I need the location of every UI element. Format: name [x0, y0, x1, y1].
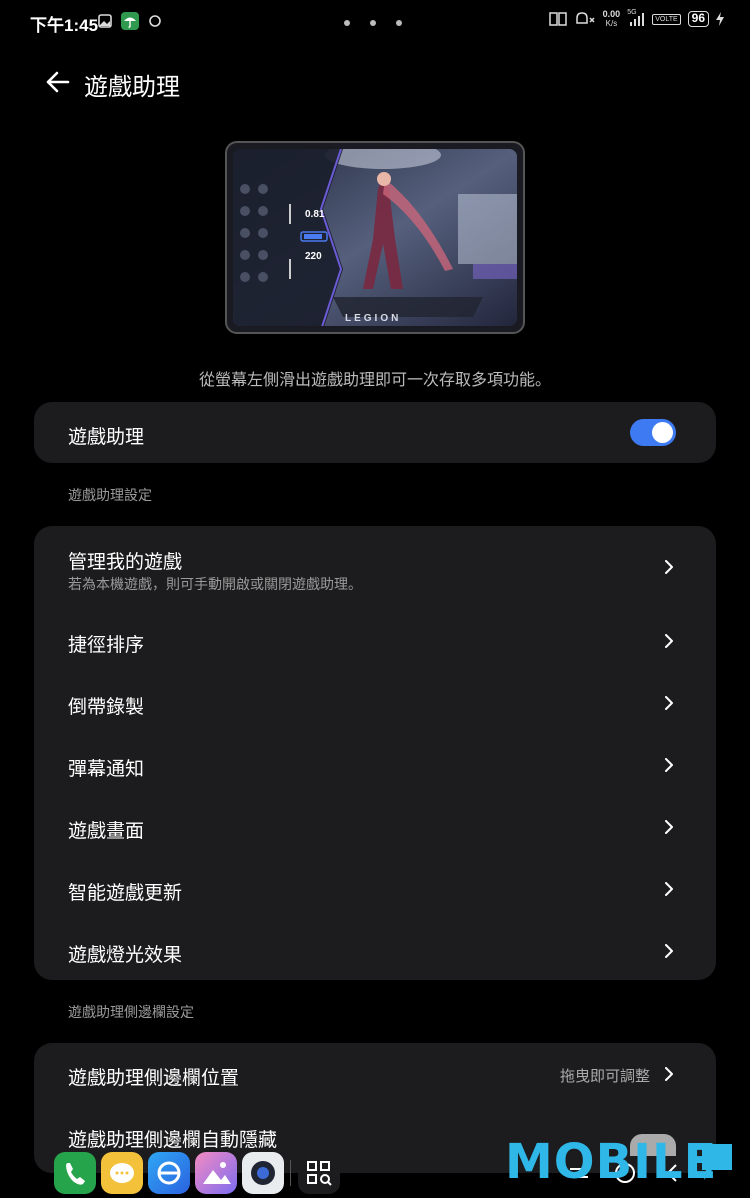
status-right-icons: 0.00 K/s 5G VOLTE 96	[548, 9, 724, 29]
gallery-icon	[98, 14, 112, 28]
messages-app-icon[interactable]	[101, 1152, 143, 1194]
game-assistant-toggle-label: 遊戲助理	[68, 427, 145, 448]
game-assistant-toggle-card: 遊戲助理	[34, 402, 716, 463]
status-time: 下午1:45	[30, 16, 99, 35]
game-lighting-effects-label: 遊戲燈光效果	[68, 945, 183, 966]
net-speed: 0.00 K/s	[602, 9, 621, 29]
game-display-label: 遊戲畫面	[68, 821, 145, 842]
status-bar: 下午1:45 0.00 K/s 5G VOLTE 96	[0, 0, 750, 44]
watermark-logo: MOBILE	[505, 1134, 718, 1190]
gallery-app-icon[interactable]	[195, 1152, 237, 1194]
bell-muted-icon	[575, 12, 595, 24]
chevron-right-icon	[665, 820, 673, 834]
smart-game-update-label: 智能遊戲更新	[68, 883, 183, 904]
volte-badge: VOLTE	[652, 13, 681, 25]
list-item-shortcut-order[interactable]: 捷徑排序	[34, 610, 716, 672]
list-item-smart-game-update[interactable]: 智能遊戲更新	[34, 858, 716, 920]
list-item-barrage-notifications[interactable]: 彈幕通知	[34, 734, 716, 796]
game-artwork	[233, 149, 517, 326]
app-header: 遊戲助理	[0, 60, 750, 104]
app-drawer-icon[interactable]	[298, 1152, 340, 1194]
shortcut-order-label: 捷徑排序	[68, 635, 145, 656]
rewind-recording-label: 倒帶錄製	[68, 697, 145, 718]
signal-bars-icon	[630, 13, 645, 26]
chevron-right-icon	[665, 944, 673, 958]
dock-divider	[290, 1160, 291, 1186]
watermark-speech-icon	[702, 1144, 732, 1180]
chevron-right-icon	[665, 758, 673, 772]
phone-app-icon[interactable]	[54, 1152, 96, 1194]
book-icon	[548, 12, 567, 26]
camera-app-icon[interactable]	[242, 1152, 284, 1194]
sync-icon	[149, 15, 161, 27]
preview-artwork: 0.81 220 LEGION	[233, 149, 517, 326]
preview-stat-1: 0.81	[305, 209, 325, 220]
barrage-notifications-label: 彈幕通知	[68, 759, 145, 780]
preview-stat-2: 220	[305, 251, 322, 262]
manage-games-subtitle: 若為本機遊戲，則可手動開啟或關閉遊戲助理。	[68, 576, 362, 592]
chevron-right-icon	[665, 696, 673, 710]
feature-preview-image: 0.81 220 LEGION	[225, 141, 525, 334]
chevron-right-icon	[665, 634, 673, 648]
section-heading-settings: 遊戲助理設定	[68, 487, 152, 503]
sidebar-position-label: 遊戲助理側邊欄位置	[68, 1068, 240, 1089]
manage-games-label: 管理我的遊戲	[68, 552, 183, 573]
list-item-game-display[interactable]: 遊戲畫面	[34, 796, 716, 858]
browser-app-icon[interactable]	[148, 1152, 190, 1194]
chevron-right-icon	[665, 882, 673, 896]
back-arrow-icon	[46, 71, 70, 93]
feature-description: 從螢幕左側滑出遊戲助理即可一次存取多項功能。	[198, 372, 551, 389]
chevron-right-icon	[665, 560, 673, 574]
battery-indicator: 96	[687, 11, 709, 27]
back-button[interactable]	[40, 64, 76, 100]
page-title: 遊戲助理	[84, 74, 180, 101]
list-item-manage-games[interactable]: 管理我的遊戲 若為本機遊戲，則可手動開啟或關閉遊戲助理。	[34, 526, 716, 610]
section-heading-sidebar-settings: 遊戲助理側邊欄設定	[68, 1004, 194, 1020]
umbrella-app-icon	[121, 12, 139, 30]
status-left-icons	[98, 12, 162, 30]
list-item-sidebar-position[interactable]: 遊戲助理側邊欄位置 拖曳即可調整	[34, 1043, 716, 1105]
settings-card: 管理我的遊戲 若為本機遊戲，則可手動開啟或關閉遊戲助理。 捷徑排序 倒帶錄製 彈…	[34, 526, 716, 980]
list-item-rewind-recording[interactable]: 倒帶錄製	[34, 672, 716, 734]
signal-indicator: 5G	[627, 9, 645, 27]
chevron-right-icon	[665, 1067, 673, 1081]
sidebar-position-value: 拖曳即可調整	[559, 1068, 650, 1085]
list-item-game-lighting-effects[interactable]: 遊戲燈光效果	[34, 920, 716, 980]
preview-legion-logo: LEGION	[345, 313, 402, 324]
toggle-knob	[652, 422, 673, 443]
charging-icon	[716, 12, 724, 26]
status-dots	[344, 20, 402, 26]
game-assistant-toggle[interactable]	[630, 419, 676, 446]
